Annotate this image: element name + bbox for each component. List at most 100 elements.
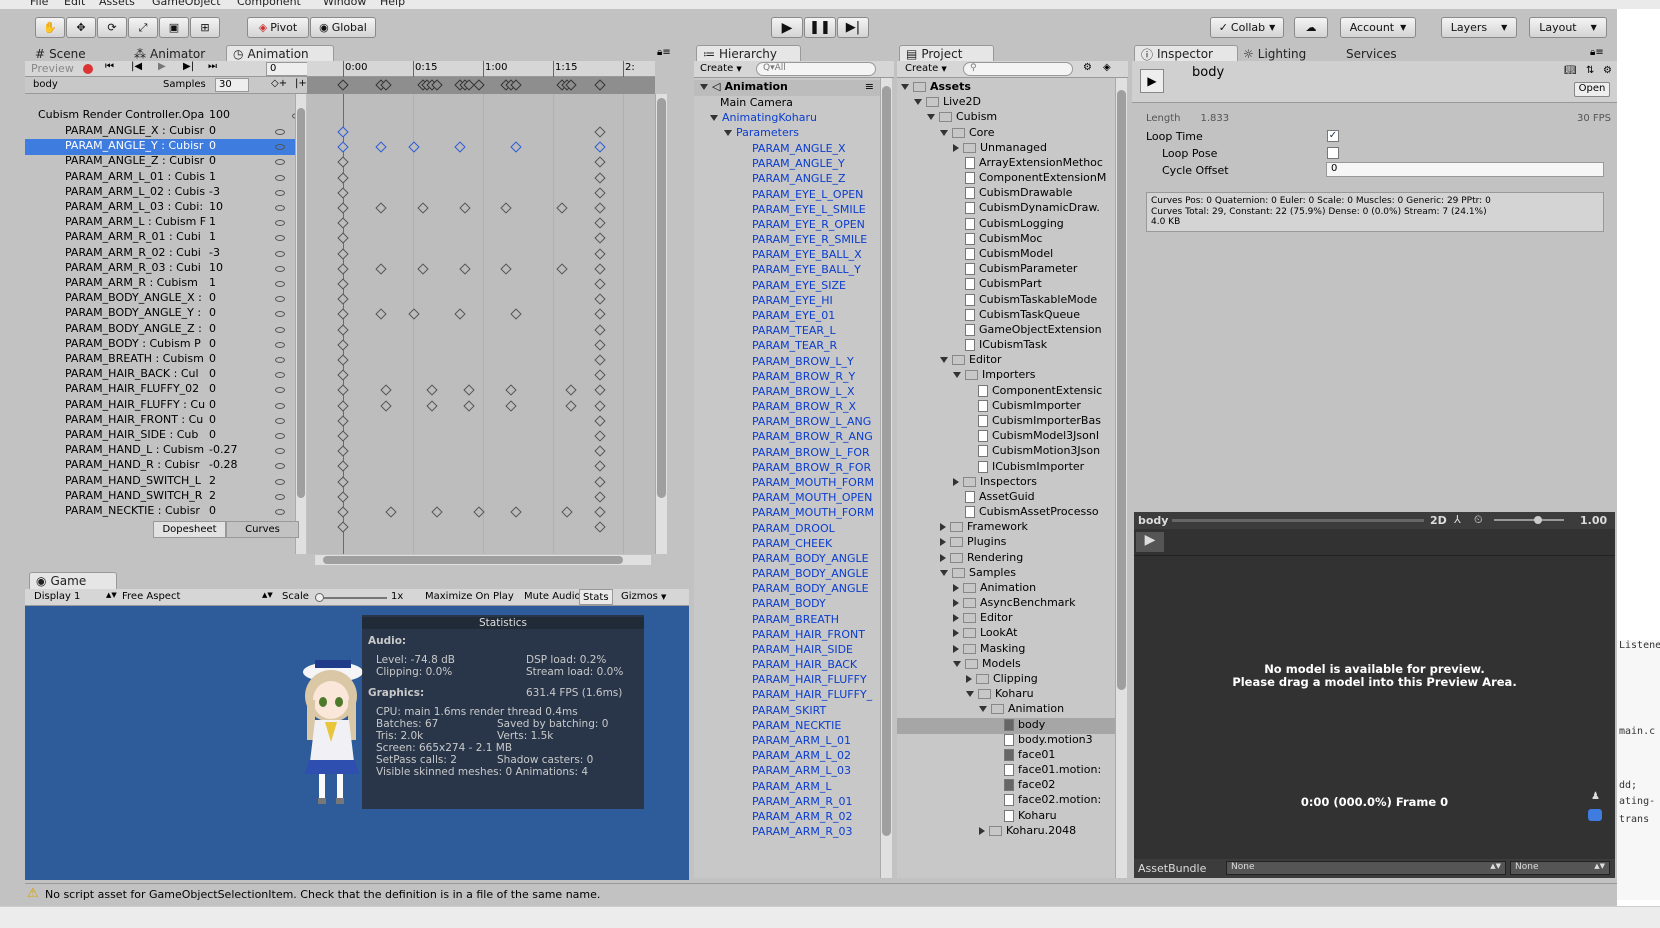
menu-assets[interactable]: Assets	[99, 0, 135, 8]
keyframe-diamond[interactable]	[594, 339, 606, 351]
keyframe-diamond[interactable]	[337, 278, 349, 290]
step-button[interactable]: ▶|	[837, 17, 869, 38]
keyframe-diamond[interactable]	[337, 156, 349, 169]
gizmos-dropdown[interactable]: Gizmos ▼	[621, 591, 666, 602]
move-tool-icon[interactable]: ✥	[66, 17, 96, 38]
tab-animation[interactable]: ◷ Animation	[226, 45, 334, 62]
play-button[interactable]: ▶	[771, 17, 803, 38]
property-row[interactable]: PARAM_BREATH : Cubism 0	[25, 352, 295, 368]
project-tree-item[interactable]: face01.motion:	[897, 763, 1115, 779]
property-value[interactable]: -0.28	[209, 458, 237, 471]
eye-icon[interactable]	[275, 205, 285, 211]
property-value[interactable]: 0	[209, 367, 216, 380]
hierarchy-param-item[interactable]: PARAM_BODY_ANGLE	[694, 567, 880, 583]
expand-arrow-icon[interactable]	[966, 691, 974, 698]
project-tree-item[interactable]: CubismMotion3Json	[897, 444, 1115, 460]
collapse-arrow-icon[interactable]	[953, 629, 959, 638]
keyframe-diamond[interactable]	[337, 217, 349, 229]
keyframe-diamond[interactable]	[594, 247, 606, 260]
hierarchy-param-item[interactable]: PARAM_BROW_R_X	[694, 400, 880, 416]
project-tree-item[interactable]: Importers	[897, 368, 1115, 384]
keyframe-diamond[interactable]	[337, 187, 349, 199]
keyframe-diamond[interactable]	[337, 399, 349, 412]
play-anim-icon[interactable]: ▶	[158, 61, 166, 72]
hierarchy-param-item[interactable]: PARAM_BODY_ANGLE	[694, 582, 880, 598]
clip-selector[interactable]: body	[33, 79, 58, 90]
keyframe-diamond[interactable]	[594, 506, 606, 518]
curves-tab[interactable]: Curves	[226, 521, 299, 538]
root-property-row[interactable]: Cubism Render Controller.Opa 100	[25, 108, 310, 124]
keyframe-diamond[interactable]	[337, 126, 349, 138]
hierarchy-param-item[interactable]: PARAM_HAIR_FLUFFY	[694, 673, 880, 689]
keyframe-diamond[interactable]	[594, 521, 606, 533]
keyframe-diamond[interactable]	[454, 308, 466, 321]
tab-scene[interactable]: # Scene	[29, 45, 119, 62]
property-row[interactable]: PARAM_HAND_SWITCH_L 2	[25, 474, 295, 490]
keyframe-diamond[interactable]	[375, 202, 387, 214]
keyframe-diamond[interactable]	[594, 171, 606, 184]
mute-audio-toggle[interactable]: Mute Audio	[524, 591, 581, 602]
eye-icon[interactable]	[275, 250, 285, 257]
keyframe-diamond[interactable]	[454, 141, 466, 153]
keyframe-diamond[interactable]	[565, 399, 577, 412]
property-row[interactable]: PARAM_ANGLE_Y : Cubisr 0	[25, 139, 295, 156]
preview-splitter[interactable]	[1172, 519, 1424, 522]
keyframe-diamond[interactable]	[594, 384, 606, 397]
property-row[interactable]: PARAM_HAND_L : Cubism -0.27	[25, 443, 295, 459]
tab-services[interactable]: Services	[1332, 45, 1422, 62]
expand-arrow-icon[interactable]	[927, 114, 935, 121]
collab-dropdown[interactable]: ✓ Collab ▼	[1210, 17, 1284, 38]
keyframe-diamond[interactable]	[594, 232, 606, 245]
property-value[interactable]: 1	[209, 230, 216, 243]
expand-arrow-icon[interactable]	[940, 569, 948, 576]
maximize-on-play-toggle[interactable]: Maximize On Play	[425, 591, 514, 602]
hierarchy-param-item[interactable]: PARAM_EYE_R_SMILE	[694, 233, 880, 249]
assetbundle-name-dropdown[interactable]: None ▲▼	[1226, 861, 1506, 875]
hierarchy-param-item[interactable]: PARAM_HAIR_FLUFFY_	[694, 688, 880, 704]
menu-file[interactable]: File	[30, 0, 48, 8]
tab-animator[interactable]: ⁂ Animator	[128, 45, 228, 62]
scene-row[interactable]: ◁ Animation ≡	[694, 80, 880, 96]
keyframe-diamond[interactable]	[426, 384, 438, 397]
preview-area[interactable]: ▶ No model is available for preview. Ple…	[1134, 529, 1615, 859]
expand-arrow-icon[interactable]	[901, 84, 909, 90]
hierarchy-create-dropdown[interactable]: Create ▼	[700, 63, 742, 74]
hand-tool-icon[interactable]: ✋	[35, 17, 65, 38]
project-tree-item[interactable]: CubismTaskQueue	[897, 308, 1115, 324]
property-scrollbar[interactable]	[295, 94, 306, 554]
project-tree-item[interactable]: CubismDrawable	[897, 186, 1115, 202]
hierarchy-param-item[interactable]: PARAM_BROW_L_X	[694, 385, 880, 401]
display-dropdown[interactable]: Display 1 ▲▼	[34, 591, 117, 602]
property-value[interactable]: 1	[209, 170, 216, 183]
eye-icon[interactable]	[275, 281, 285, 287]
keyframe-diamond[interactable]	[408, 141, 420, 153]
keyframe-diamond[interactable]	[337, 445, 349, 457]
avatar-icon[interactable]: ♟	[1591, 791, 1600, 802]
project-tree-item[interactable]: Inspectors	[897, 475, 1115, 491]
eye-icon[interactable]	[275, 296, 285, 303]
preview-2d-toggle[interactable]: 2D	[1430, 514, 1447, 527]
expand-arrow-icon[interactable]	[953, 660, 961, 667]
keyframe-diamond[interactable]	[594, 354, 606, 366]
keyframe-diamond[interactable]	[337, 369, 349, 381]
hierarchy-param-item[interactable]: PARAM_DROOL	[694, 522, 880, 538]
project-tree-item[interactable]: ArrayExtensionMethoc	[897, 156, 1115, 172]
hierarchy-param-item[interactable]: PARAM_BROW_L_ANG	[694, 415, 880, 431]
property-row[interactable]: PARAM_ARM_L : Cubism F1	[25, 215, 295, 231]
hierarchy-param-item[interactable]: PARAM_ARM_L_02	[694, 749, 880, 765]
eye-icon[interactable]	[275, 341, 285, 348]
keyframe-diamond[interactable]	[375, 308, 387, 321]
hierarchy-param-item[interactable]: PARAM_EYE_BALL_X	[694, 248, 880, 264]
project-scrollbar[interactable]	[1115, 78, 1127, 878]
property-row[interactable]: PARAM_ARM_R_01 : Cubi 1	[25, 230, 295, 246]
transform-tool-icon[interactable]: ⊞	[190, 17, 220, 38]
keyframe-diamond[interactable]	[337, 460, 349, 473]
keyframe-diamond[interactable]	[337, 323, 349, 336]
keyframe-diamond[interactable]	[594, 430, 606, 442]
hierarchy-param-item[interactable]: PARAM_TEAR_L	[694, 324, 880, 340]
keyframe-diamond[interactable]	[594, 308, 606, 321]
property-row[interactable]: PARAM_ANGLE_Z : Cubisr 0	[25, 154, 295, 170]
menu-edit[interactable]: Edit	[64, 0, 85, 8]
hierarchy-param-item[interactable]: PARAM_EYE_R_OPEN	[694, 218, 880, 234]
eye-icon[interactable]	[275, 463, 285, 470]
